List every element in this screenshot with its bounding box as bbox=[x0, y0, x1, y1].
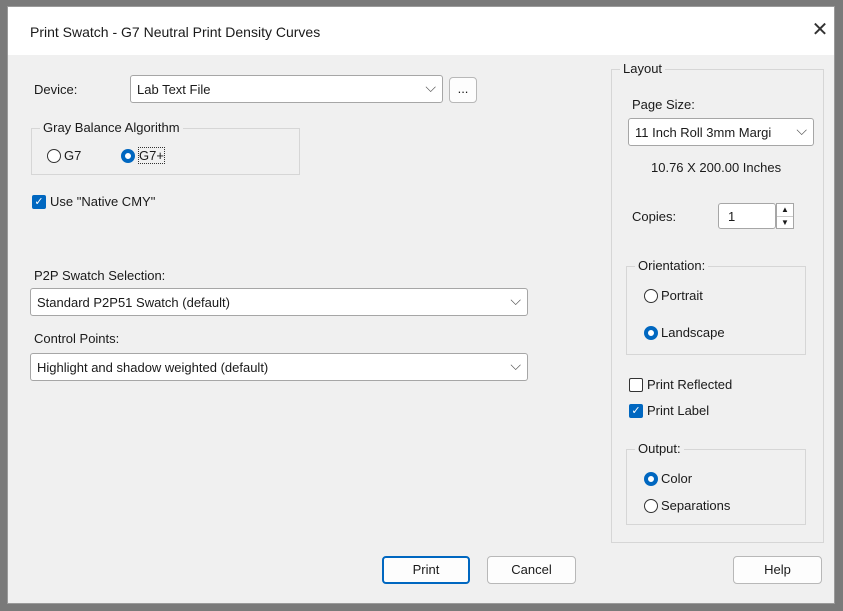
output-legend: Output: bbox=[635, 441, 684, 456]
swatch-label: P2P Swatch Selection: bbox=[34, 268, 166, 283]
color-label: Color bbox=[661, 471, 693, 486]
copies-label: Copies: bbox=[632, 209, 677, 224]
close-icon[interactable]: ✕ bbox=[806, 15, 834, 45]
portrait-label: Portrait bbox=[661, 288, 703, 303]
swatch-value: Standard P2P51 Swatch (default) bbox=[37, 295, 230, 310]
layout-legend: Layout bbox=[620, 61, 666, 76]
device-select[interactable]: Lab Text File ⌵ bbox=[130, 75, 443, 103]
page-size-value: 11 Inch Roll 3mm Margi bbox=[635, 125, 772, 140]
copies-input[interactable]: 1 bbox=[718, 203, 776, 229]
page-size-label: Page Size: bbox=[632, 97, 695, 112]
separations-radio[interactable] bbox=[644, 499, 658, 513]
control-points-label: Control Points: bbox=[34, 331, 120, 346]
dialog-title: Print Swatch - G7 Neutral Print Density … bbox=[30, 24, 321, 40]
chevron-down-icon: ⌵ bbox=[425, 79, 436, 95]
portrait-radio[interactable] bbox=[644, 289, 658, 303]
print-reflected-label: Print Reflected bbox=[647, 377, 733, 392]
g7plus-radio-label: G7+ bbox=[138, 147, 165, 164]
stepper-up-icon[interactable]: ▲ bbox=[777, 204, 793, 217]
stepper-down-icon[interactable]: ▼ bbox=[777, 217, 793, 229]
control-points-value: Highlight and shadow weighted (default) bbox=[37, 360, 269, 375]
separations-label: Separations bbox=[661, 498, 731, 513]
print-label-label: Print Label bbox=[647, 403, 710, 418]
page-size-select[interactable]: 11 Inch Roll 3mm Margi ⌵ bbox=[628, 118, 814, 146]
cancel-button[interactable]: Cancel bbox=[487, 556, 576, 584]
print-swatch-dialog: Print Swatch - G7 Neutral Print Density … bbox=[7, 6, 835, 604]
orientation-group: Orientation: bbox=[626, 258, 806, 355]
page-dimensions: 10.76 X 200.00 Inches bbox=[651, 160, 782, 175]
help-button[interactable]: Help bbox=[733, 556, 822, 584]
landscape-label: Landscape bbox=[661, 325, 725, 340]
copies-stepper[interactable]: ▲ ▼ bbox=[776, 203, 794, 229]
chevron-down-icon: ⌵ bbox=[510, 357, 521, 373]
native-cmy-label: Use "Native CMY" bbox=[50, 194, 156, 209]
g7plus-radio[interactable] bbox=[121, 149, 135, 163]
gray-balance-legend: Gray Balance Algorithm bbox=[40, 120, 183, 135]
orientation-legend: Orientation: bbox=[635, 258, 709, 273]
g7-radio[interactable] bbox=[47, 149, 61, 163]
chevron-down-icon: ⌵ bbox=[796, 122, 807, 138]
device-value: Lab Text File bbox=[137, 82, 211, 97]
print-label-checkbox[interactable]: ✓ bbox=[629, 404, 643, 418]
g7-radio-label: G7 bbox=[64, 148, 82, 163]
device-label: Device: bbox=[34, 82, 78, 97]
control-points-select[interactable]: Highlight and shadow weighted (default) … bbox=[30, 353, 528, 381]
copies-value: 1 bbox=[728, 209, 736, 224]
native-cmy-checkbox[interactable]: ✓ bbox=[32, 195, 46, 209]
landscape-radio[interactable] bbox=[644, 326, 658, 340]
device-browse-button[interactable]: ... bbox=[449, 77, 477, 103]
color-radio[interactable] bbox=[644, 472, 658, 486]
output-group: Output: bbox=[626, 441, 806, 525]
title-bar: Print Swatch - G7 Neutral Print Density … bbox=[8, 7, 834, 55]
print-button[interactable]: Print bbox=[382, 556, 470, 584]
swatch-select[interactable]: Standard P2P51 Swatch (default) ⌵ bbox=[30, 288, 528, 316]
chevron-down-icon: ⌵ bbox=[510, 292, 521, 308]
print-reflected-checkbox[interactable] bbox=[629, 378, 643, 392]
